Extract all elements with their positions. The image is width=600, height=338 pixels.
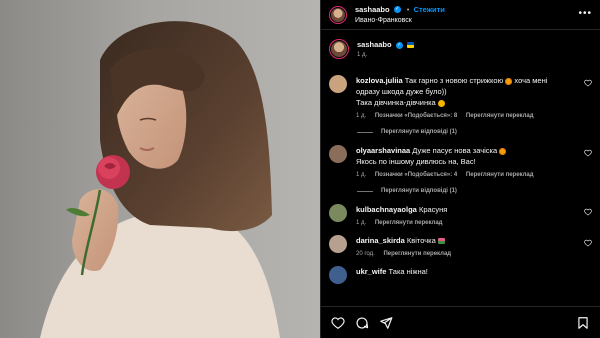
translate-link[interactable]: Переглянути переклад [375,220,443,226]
post-modal: sashaabo ✓ • Стежити Ивано-Франковск •••… [0,0,600,338]
translate-link[interactable]: Переглянути переклад [466,113,534,119]
comment-icon[interactable] [355,316,369,330]
comment-text-line2: Така дівчинка-дівчинка [356,98,436,107]
comment-text-line2: Якось по іншому дивлюсь на, Вас! [356,157,476,166]
commenter-avatar[interactable] [329,75,347,93]
comment-text: Така ніжна! [388,267,428,276]
translate-link[interactable]: Переглянути переклад [466,172,534,178]
separator-dot: • [406,4,410,14]
commenter-username[interactable]: kozlova.juliia [356,76,403,85]
comment-item: kulbachnayaolga Красуня 1 д. Переглянути… [329,204,592,227]
portrait-image [40,21,280,338]
verified-icon: ✓ [393,6,401,14]
flag-emoji [406,42,414,49]
post-actions-bar [321,306,600,338]
heart-eyes-emoji [505,77,513,85]
verified-icon: ✓ [395,41,403,49]
like-comment-heart-icon[interactable] [584,239,592,247]
comment-item: ukr_wife Така ніжна! [329,266,592,284]
like-comment-heart-icon[interactable] [584,149,592,157]
comment-time: 20 год. [356,251,375,257]
comments-scroll[interactable]: sashaabo ✓ 1 д. kozlova.juliia Так гарно… [321,31,600,306]
commenter-username[interactable]: kulbachnayaolga [356,205,417,214]
commenter-username[interactable]: darina_skirda [356,236,405,245]
post-location[interactable]: Ивано-Франковск [355,15,445,26]
commenter-avatar[interactable] [329,204,347,222]
caption-time: 1 д. [357,52,368,58]
share-icon[interactable] [379,316,393,330]
caption-username[interactable]: sashaabo [357,40,392,49]
comment-text: Красуня [418,205,448,214]
translate-link[interactable]: Переглянути переклад [383,251,451,257]
tulip-emoji [437,238,445,245]
caption-avatar[interactable] [329,39,349,59]
more-icon[interactable]: ••• [578,9,592,19]
like-comment-heart-icon[interactable] [584,208,592,216]
post-caption: sashaabo ✓ 1 д. [329,31,592,71]
view-replies-button[interactable]: Переглянути відповіді (1) [357,129,592,135]
comment-time: 1 д. [356,172,367,178]
commenter-avatar[interactable] [329,145,347,163]
commenter-avatar[interactable] [329,266,347,284]
comment-item: darina_skirda Квіточка 20 год. Перегляну… [329,235,592,258]
like-comment-heart-icon[interactable] [584,79,592,87]
view-replies-button[interactable]: Переглянути відповіді (1) [357,188,592,194]
commenter-username[interactable]: ukr_wife [356,267,386,276]
commenter-avatar[interactable] [329,235,347,253]
bookmark-icon[interactable] [576,316,590,330]
commenter-username[interactable]: olyaarshavinaa [356,146,410,155]
author-avatar[interactable] [329,5,347,24]
comment-item: olyaarshavinaa Дуже пасує нова зачіска Я… [329,145,592,179]
smile-emoji [437,99,445,107]
comment-likes[interactable]: Позначки «Подобається»: 4 [375,172,457,178]
post-sidebar: sashaabo ✓ • Стежити Ивано-Франковск •••… [320,0,600,338]
comment-likes[interactable]: Позначки «Подобається»: 8 [375,113,457,119]
comment-time: 1 д. [356,113,367,119]
comment-text: Квіточка [406,236,436,245]
comment-text: Так гарно з новою стрижкою [404,76,504,85]
comment-item: kozlova.juliia Так гарно з новою стрижко… [329,75,592,120]
post-header: sashaabo ✓ • Стежити Ивано-Франковск ••• [321,0,600,30]
heart-eyes-emoji [499,147,507,155]
comment-time: 1 д. [356,220,367,226]
follow-button[interactable]: Стежити [414,5,445,14]
post-photo[interactable] [0,0,320,338]
comment-text: Дуже пасує нова зачіска [412,146,498,155]
author-username[interactable]: sashaabo [355,5,390,14]
heart-icon[interactable] [331,316,345,330]
